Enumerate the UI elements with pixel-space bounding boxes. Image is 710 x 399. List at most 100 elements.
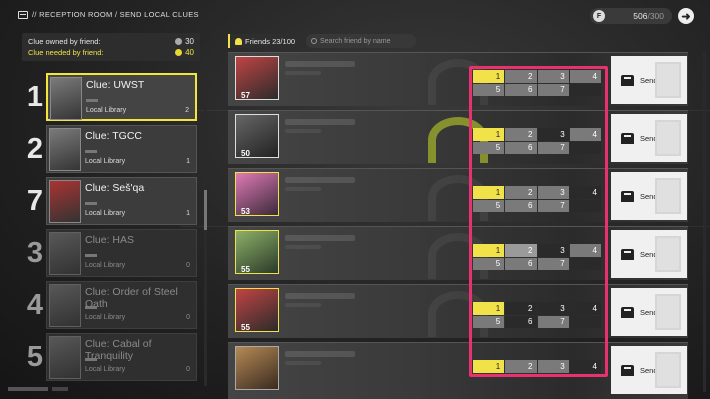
clue-subtitle <box>85 358 97 361</box>
clue-slot: 6 <box>505 141 537 154</box>
document-icon <box>655 294 681 330</box>
clue-source: Local Library <box>85 262 126 269</box>
friend-name <box>285 61 355 67</box>
back-button[interactable]: ➜ <box>678 8 694 24</box>
clue-status-grid: 1 2 3 4 5 6 7 <box>473 128 601 154</box>
clue-source: Local Library <box>85 366 126 373</box>
clue-card: Clue: Seš'qa Local Library 1 <box>46 177 197 225</box>
clue-slot-empty <box>569 141 601 154</box>
needed-value: 40 <box>185 48 194 57</box>
clue-slot: 2 <box>505 302 537 315</box>
send-button[interactable]: Send <box>611 172 687 220</box>
clue-card-uwst[interactable]: 1 Clue: UWST Local Library 2 <box>22 73 200 121</box>
send-button[interactable]: Send <box>611 346 687 394</box>
clue-image <box>50 77 82 120</box>
clue-slot: 3 <box>537 244 569 257</box>
clue-slot: 2 <box>505 360 537 373</box>
clue-subtitle <box>86 99 98 102</box>
clue-slot: 7 <box>537 141 569 154</box>
clue-summary: Clue owned by friend: 30 Clue needed by … <box>22 33 200 61</box>
clue-source: Local Library <box>86 107 127 114</box>
friend-search-input[interactable]: Search friend by name <box>306 34 417 48</box>
clue-status-grid: 1 2 3 4 <box>473 360 601 373</box>
document-icon <box>655 120 681 156</box>
owned-label: Clue owned by friend: <box>28 37 101 46</box>
clue-card-order-of-steel-oath[interactable]: 4 Clue: Order of Steel Oath Local Librar… <box>22 281 200 329</box>
clue-number: 3 <box>26 237 44 269</box>
clue-image <box>49 232 81 275</box>
clue-slot: 3 <box>537 128 569 141</box>
clue-subtitle <box>85 202 97 205</box>
clue-subtitle <box>85 306 97 309</box>
friend-icon <box>235 37 242 45</box>
send-button[interactable]: Send <box>611 114 687 162</box>
friend-level: 55 <box>241 323 250 332</box>
clue-number: 1 <box>26 81 44 113</box>
clue-image <box>49 180 81 223</box>
top-bar: // RECEPTION ROOM / SEND LOCAL CLUES F 5… <box>0 0 710 32</box>
breadcrumb-text: // RECEPTION ROOM / SEND LOCAL CLUES <box>32 10 199 19</box>
owned-value: 30 <box>185 37 194 46</box>
clue-number: 5 <box>26 341 44 373</box>
friend-subtitle <box>285 245 321 249</box>
clue-image <box>49 284 81 327</box>
clue-slot: 1 <box>473 186 505 199</box>
clue-slot-empty <box>569 315 601 328</box>
clue-slot: 4 <box>569 186 601 199</box>
friends-scrollbar[interactable] <box>703 52 706 392</box>
document-icon <box>655 352 681 388</box>
clue-count: 0 <box>186 262 190 269</box>
clue-card: Clue: TGCC Local Library 1 <box>46 125 197 173</box>
friend-subtitle <box>285 71 321 75</box>
clue-slot: 6 <box>505 83 537 96</box>
friends-count: Friends 23/100 <box>228 34 301 48</box>
send-button[interactable]: Send <box>611 288 687 336</box>
friend-name <box>285 235 355 241</box>
resource-value: 506 <box>633 11 648 21</box>
clue-count: 2 <box>185 107 189 114</box>
clue-card-has[interactable]: 3 Clue: HAS Local Library 0 <box>22 229 200 277</box>
friends-header: Friends 23/100 Search friend by name <box>228 34 417 48</box>
friend-name <box>285 351 355 357</box>
clue-slot: 2 <box>505 186 537 199</box>
clue-count: 1 <box>186 210 190 217</box>
send-button[interactable]: Send <box>611 56 687 104</box>
clue-slot: 4 <box>569 128 601 141</box>
clue-card-tgcc[interactable]: 2 Clue: TGCC Local Library 1 <box>22 125 200 173</box>
clue-slot: 7 <box>537 199 569 212</box>
clue-slot: 4 <box>569 302 601 315</box>
clue-name: Clue: HAS <box>85 234 135 246</box>
clue-scrollbar-thumb[interactable] <box>204 190 207 230</box>
clue-slot: 7 <box>537 257 569 270</box>
clue-name: Clue: TGCC <box>85 130 142 142</box>
friend-subtitle <box>285 303 321 307</box>
footer-mark <box>52 387 68 391</box>
clue-slot: 1 <box>473 302 505 315</box>
clue-number: 7 <box>26 185 44 217</box>
clue-panel: Clue owned by friend: 30 Clue needed by … <box>22 33 200 381</box>
clue-card: Clue: HAS Local Library 0 <box>46 229 197 277</box>
send-button[interactable]: Send <box>611 230 687 278</box>
clue-slot: 3 <box>537 360 569 373</box>
search-placeholder: Search friend by name <box>320 37 391 45</box>
clue-name: Clue: Cabal of Tranquility <box>85 338 152 362</box>
clue-card-sesqa[interactable]: 7 Clue: Seš'qa Local Library 1 <box>22 177 200 225</box>
friend-row: 53 1 2 3 4 5 6 7 Send <box>228 168 688 222</box>
clue-source: Local Library <box>85 158 126 165</box>
send-clue-icon <box>621 190 634 202</box>
document-icon <box>655 236 681 272</box>
clue-slot: 2 <box>505 70 537 83</box>
clue-slot: 3 <box>537 70 569 83</box>
clue-status-grid: 1 2 3 4 5 6 7 <box>473 186 601 212</box>
clue-source: Local Library <box>85 210 126 217</box>
breadcrumb: // RECEPTION ROOM / SEND LOCAL CLUES <box>18 10 199 19</box>
clue-slot: 6 <box>505 315 537 328</box>
clue-card-cabal-of-tranquility[interactable]: 5 Clue: Cabal of Tranquility Local Libra… <box>22 333 200 381</box>
friend-row: 1 2 3 4 Send <box>228 342 688 399</box>
friends-count-label: Friends 23/100 <box>245 36 296 46</box>
clue-status-grid: 1 2 3 4 5 6 7 <box>473 302 601 328</box>
friend-avatar[interactable] <box>235 346 279 390</box>
clue-card: Clue: UWST Local Library 2 <box>46 73 197 121</box>
search-icon <box>311 38 318 44</box>
clue-card: Clue: Order of Steel Oath Local Library … <box>46 281 197 329</box>
